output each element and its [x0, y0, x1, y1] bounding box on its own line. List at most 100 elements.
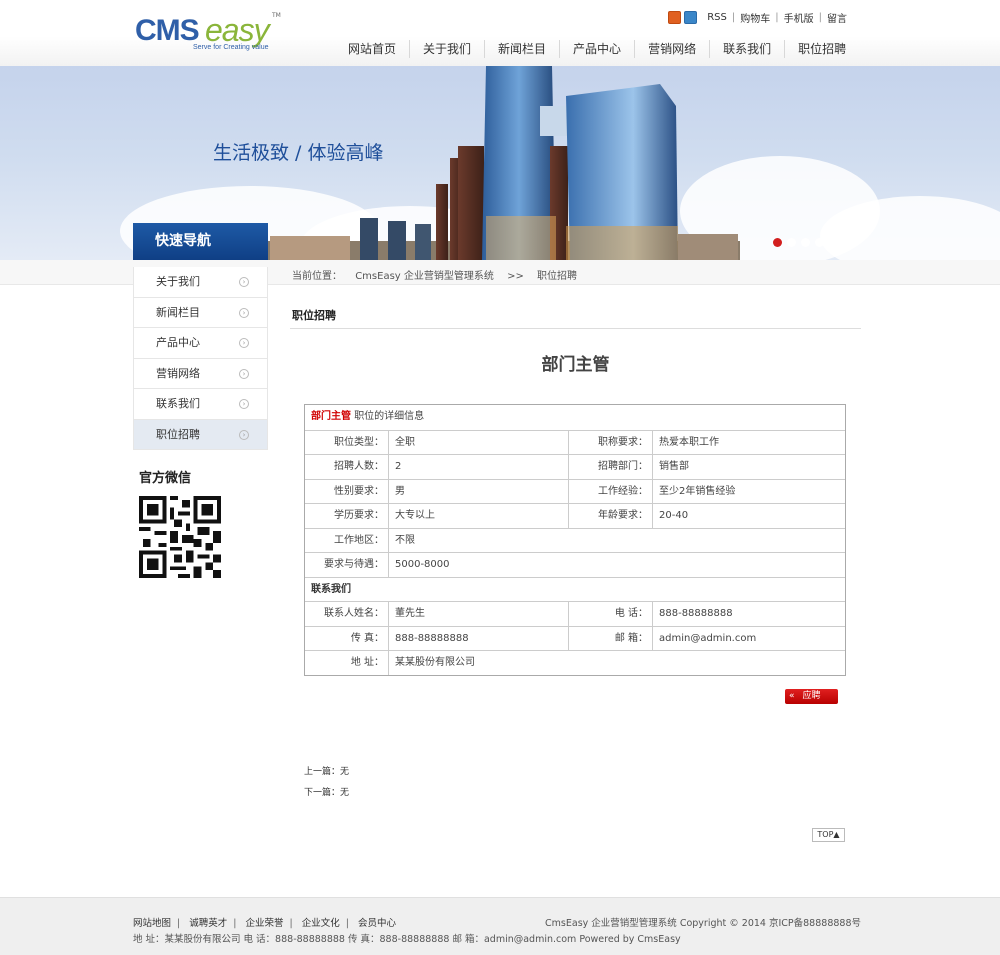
divider: |	[345, 918, 349, 929]
nav-home[interactable]: 网站首页	[335, 40, 409, 58]
table-row: 性别要求： 男 工作经验： 至少2年销售经验	[305, 478, 845, 503]
field-label: 工作经验：	[569, 479, 653, 503]
breadcrumb: 当前位置： CmsEasy 企业营销型管理系统 >> 职位招聘	[292, 267, 587, 282]
chevron-right-icon: ›	[239, 277, 249, 287]
footer-contact-info: 地 址：某某股份有限公司 电 话：888-88888888 传 真：888-88…	[133, 934, 681, 945]
rss-feed-icon[interactable]	[668, 11, 682, 24]
field-value: 不限	[395, 534, 415, 546]
nav-network[interactable]: 营销网络	[634, 40, 709, 58]
banner-slogan: 生活极致 / 体验高峰	[213, 142, 384, 164]
footer-links: 网站地图 | 诚聘英才 | 企业荣誉 | 企业文化 | 会员中心	[133, 915, 396, 929]
field-label: 地 址：	[305, 651, 389, 675]
breadcrumb-current[interactable]: 职位招聘	[537, 271, 577, 282]
nav-products[interactable]: 产品中心	[559, 40, 634, 58]
carousel-dot[interactable]	[773, 238, 782, 247]
sidebar-item-label: 产品中心	[156, 336, 200, 349]
footer-copyright: CmsEasy 企业营销型管理系统 Copyright © 2014 京ICP备…	[545, 918, 861, 929]
breadcrumb-label: 当前位置：	[292, 271, 342, 282]
field-value: 热爱本职工作	[659, 436, 719, 448]
sidebar-item-label: 新闻栏目	[156, 305, 200, 319]
divider: |	[233, 918, 237, 929]
field-value: 董先生	[389, 602, 569, 626]
job-detail-table: 部门主管 职位的详细信息 职位类型： 全职 职称要求： 热爱本职工作 招聘人数：…	[304, 404, 846, 676]
sidebar-item-contact[interactable]: 联系我们 ›	[133, 389, 268, 420]
carousel-dot[interactable]	[787, 238, 796, 247]
divider: |	[818, 12, 822, 23]
carousel-dot[interactable]	[815, 238, 824, 247]
footer-link-honors[interactable]: 企业荣誉	[246, 918, 284, 929]
field-value: 大专以上	[389, 504, 569, 528]
wechat-qr-code	[139, 496, 221, 578]
sidebar-item-label: 联系我们	[156, 397, 200, 410]
field-value: 20-40	[659, 510, 689, 521]
nav-contact[interactable]: 联系我们	[709, 40, 784, 58]
carousel-dot[interactable]	[801, 238, 810, 247]
footer-link-sitemap[interactable]: 网站地图	[133, 918, 171, 929]
apply-button-label: 应聘	[802, 691, 821, 701]
field-label: 职位类型：	[305, 430, 389, 454]
main-nav: 网站首页 关于我们 新闻栏目 产品中心 营销网络 联系我们 职位招聘	[335, 40, 859, 58]
field-label: 年龄要求：	[569, 504, 653, 528]
chevron-right-icon: ›	[239, 368, 249, 379]
field-value: admin@admin.com	[659, 632, 757, 644]
carousel-dot[interactable]	[829, 238, 838, 247]
field-value: 888-88888888	[659, 608, 733, 619]
breadcrumb-home-link[interactable]: CmsEasy 企业营销型管理系统	[355, 271, 494, 282]
cmseasy-logo[interactable]: CMS easy TM Serve for Creating value	[135, 12, 285, 52]
table-row: 联系我们	[305, 576, 845, 602]
field-label: 性别要求：	[305, 479, 389, 503]
field-value: 至少2年销售经验	[659, 485, 736, 497]
field-label: 招聘部门：	[569, 455, 653, 479]
header: CMS easy TM Serve for Creating value RSS…	[0, 0, 1000, 66]
table-header-job: 部门主管	[311, 411, 351, 422]
sidebar-item-label: 关于我们	[156, 275, 200, 288]
field-value: 2	[389, 455, 569, 479]
nav-news[interactable]: 新闻栏目	[484, 40, 559, 58]
cart-link[interactable]: 购物车	[740, 10, 770, 25]
sidebar-item-about[interactable]: 关于我们 ›	[133, 267, 268, 298]
divider: |	[775, 12, 779, 23]
field-label: 学历要求：	[305, 504, 389, 528]
divider: |	[731, 12, 736, 23]
rss-link[interactable]: RSS	[707, 12, 727, 23]
chevron-right-icon: ›	[239, 429, 249, 440]
next-article-link[interactable]: 下一篇：无	[304, 785, 349, 798]
table-row: 招聘人数： 2 招聘部门： 销售部	[305, 454, 845, 479]
guestbook-link[interactable]: 留言	[827, 10, 847, 25]
chevron-right-icon: ›	[239, 338, 249, 348]
back-to-top-button[interactable]: TOP▲	[812, 828, 845, 842]
table-row: 传 真： 888-88888888 邮 箱： admin@admin.com	[305, 625, 845, 650]
apply-button[interactable]: « 应聘	[785, 689, 838, 704]
sidebar-item-jobs[interactable]: 职位招聘 ›	[133, 419, 268, 450]
field-value: 某某股份有限公司	[395, 657, 475, 668]
divider: |	[177, 918, 181, 929]
chevron-right-icon: ›	[239, 399, 249, 409]
field-label: 联系人姓名：	[305, 602, 389, 626]
sidebar-item-news[interactable]: 新闻栏目 ›	[133, 297, 268, 328]
nav-about[interactable]: 关于我们	[409, 40, 484, 58]
prev-article-link[interactable]: 上一篇：无	[304, 764, 349, 777]
breadcrumb-separator: >>	[507, 271, 524, 282]
sidebar-title: 快速导航	[133, 223, 268, 260]
sidebar-item-products[interactable]: 产品中心 ›	[133, 328, 268, 359]
field-value: 888-88888888	[389, 626, 569, 650]
field-label: 传 真：	[305, 626, 389, 650]
table-row: 地 址： 某某股份有限公司	[305, 650, 845, 675]
footer-link-members[interactable]: 会员中心	[358, 918, 396, 929]
field-value: 5000-8000	[395, 559, 450, 570]
field-label: 工作地区：	[305, 528, 389, 552]
field-label: 职称要求：	[569, 430, 653, 454]
wechat-title: 官方微信	[139, 471, 192, 486]
share-icon[interactable]	[684, 11, 698, 24]
field-value: 男	[389, 479, 569, 503]
logo-tm-mark: TM	[272, 12, 281, 19]
footer-link-careers[interactable]: 诚聘英才	[189, 918, 227, 929]
footer-link-culture[interactable]: 企业文化	[302, 918, 340, 929]
nav-jobs[interactable]: 职位招聘	[784, 40, 859, 58]
field-label: 邮 箱：	[569, 626, 653, 650]
logo-cms-text: CMS	[135, 14, 200, 47]
mobile-link[interactable]: 手机版	[784, 10, 814, 25]
sidebar-item-network[interactable]: 营销网络 ›	[133, 358, 268, 389]
table-row: 工作地区： 不限	[305, 527, 845, 552]
logo-tagline: Serve for Creating value	[193, 44, 269, 51]
